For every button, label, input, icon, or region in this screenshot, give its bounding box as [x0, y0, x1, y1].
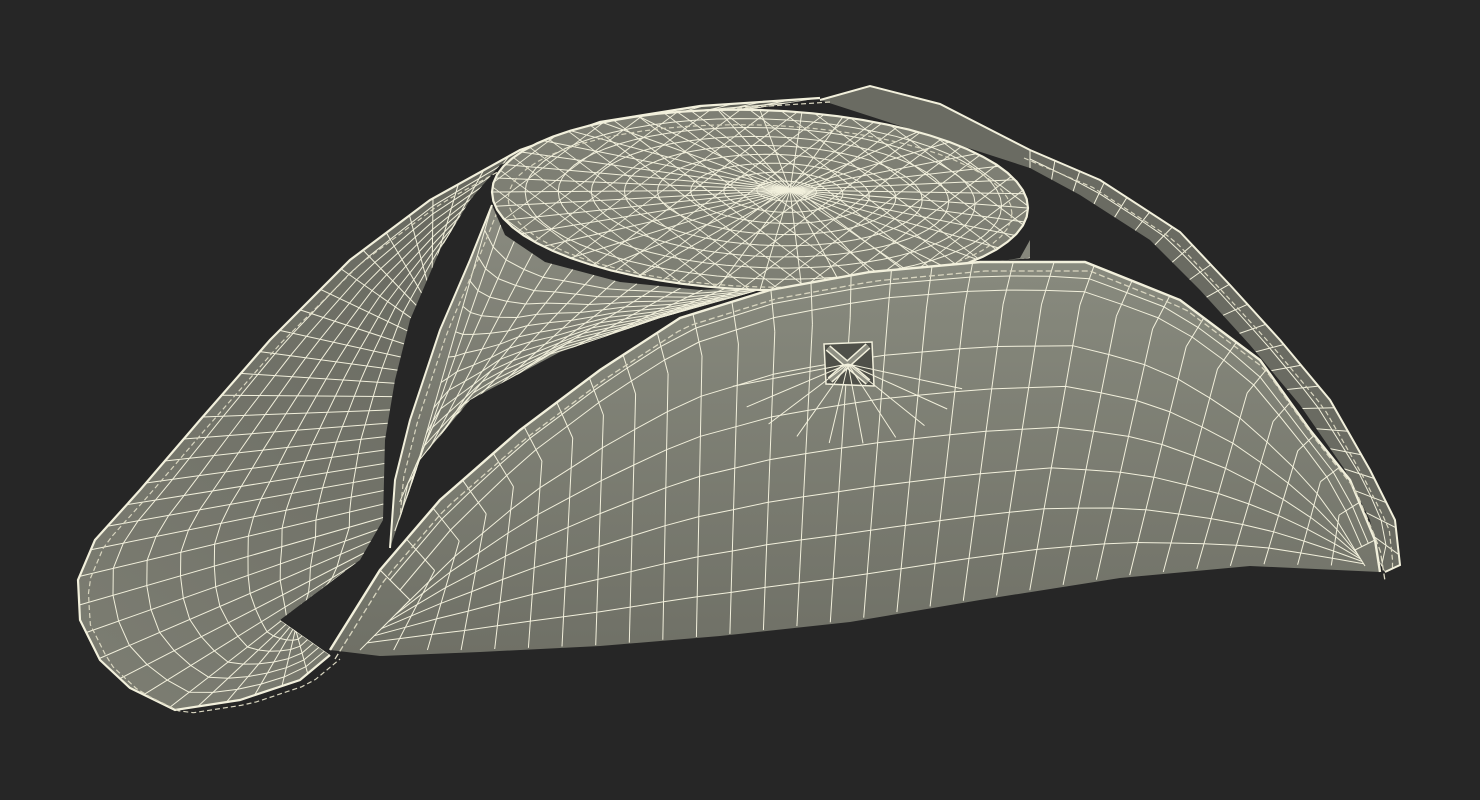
render-viewport: [0, 0, 1480, 800]
hat-wireframe-render: [76, 84, 1402, 714]
